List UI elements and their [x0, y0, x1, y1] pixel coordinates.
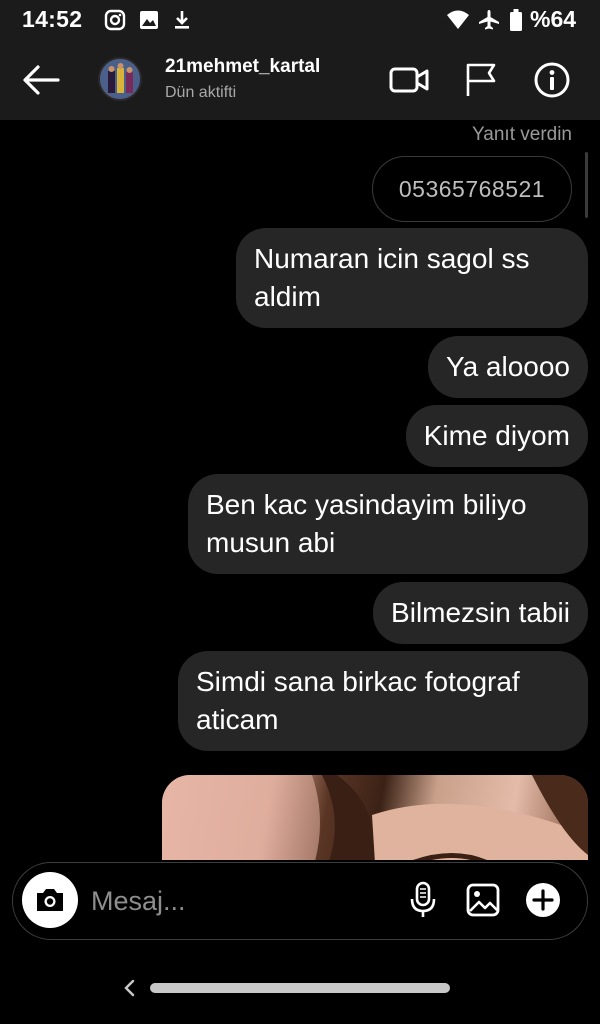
- nav-back-chevron-icon[interactable]: [122, 978, 138, 998]
- photo-content: [162, 775, 588, 860]
- reply-indicator-line: [585, 152, 588, 218]
- message-bubble[interactable]: Numaran icin sagol ss aldim: [236, 228, 588, 328]
- camera-button[interactable]: [22, 872, 78, 928]
- status-bar: 14:52 %64: [0, 0, 600, 40]
- contact-status: Dün aktifti: [165, 84, 237, 101]
- download-icon: [175, 11, 189, 29]
- plus-icon: [526, 883, 560, 917]
- message-composer: [12, 862, 588, 940]
- chat-header: 21mehmet_kartal Dün aktifti: [0, 40, 600, 120]
- status-time: 14:52: [22, 6, 83, 32]
- video-call-button[interactable]: [388, 58, 432, 102]
- contact-name[interactable]: 21mehmet_kartal: [165, 56, 320, 78]
- video-call-icon: [389, 67, 429, 93]
- back-arrow-icon: [23, 65, 60, 95]
- message-bubble[interactable]: Ya aloooo: [427, 336, 588, 398]
- replied-message[interactable]: 05365768521: [372, 156, 572, 222]
- wifi-icon: [447, 10, 469, 29]
- info-icon: [534, 62, 570, 98]
- replied-label: Yanıt verdin: [472, 124, 572, 145]
- back-button[interactable]: [20, 60, 64, 100]
- message-bubble[interactable]: Simdi sana birkac fotograf aticam: [178, 651, 588, 751]
- info-button[interactable]: [530, 58, 574, 102]
- gallery-icon: [466, 883, 500, 917]
- home-gesture-bar[interactable]: [150, 983, 450, 993]
- instagram-icon: [104, 9, 126, 31]
- message-bubble[interactable]: Kime diyom: [405, 405, 588, 467]
- message-input[interactable]: [91, 881, 391, 921]
- flag-icon: [466, 63, 496, 96]
- camera-icon: [37, 889, 63, 911]
- more-options-button[interactable]: [523, 880, 563, 920]
- avatar[interactable]: [98, 57, 142, 101]
- message-bubble[interactable]: Ben kac yasindayim biliyo musun abi: [188, 474, 588, 574]
- photo-message[interactable]: [162, 775, 588, 860]
- message-bubble[interactable]: Bilmezsin tabii: [373, 582, 588, 644]
- gallery-button[interactable]: [463, 880, 503, 920]
- avatar-photo: [100, 59, 140, 99]
- message-thread[interactable]: Yanıt verdin 05365768521 Numaran icin sa…: [0, 120, 600, 860]
- microphone-icon: [410, 881, 436, 917]
- voice-message-button[interactable]: [403, 880, 443, 920]
- image-icon: [140, 11, 158, 29]
- battery-icon: [510, 9, 522, 31]
- battery-level: %64: [530, 6, 577, 32]
- flag-button[interactable]: [460, 58, 504, 102]
- airplane-icon: [479, 10, 499, 30]
